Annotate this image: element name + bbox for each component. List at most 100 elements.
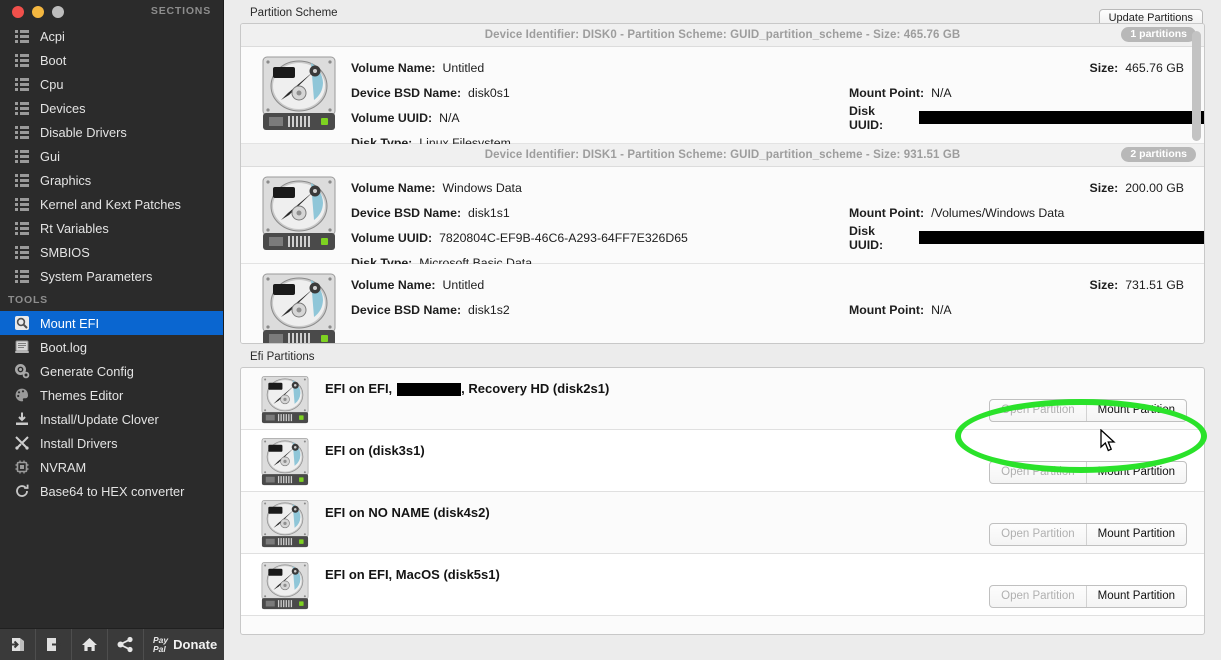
sidebar-item-install-drivers[interactable]: Install Drivers — [0, 431, 223, 455]
mount-partition-button[interactable]: Mount Partition — [1087, 524, 1186, 545]
disk-uuid-label: Disk UUID: — [849, 223, 884, 252]
disk-size-row: Size: 465.76 GB — [1090, 55, 1185, 80]
sidebar-item-graphics[interactable]: Graphics — [0, 168, 223, 192]
hard-drive-icon — [261, 375, 309, 424]
list-icon — [14, 244, 30, 260]
sidebar-item-label: Acpi — [40, 28, 65, 44]
sidebar-item-label: Themes Editor — [40, 387, 124, 403]
tools-list: Mount EFI Boot.log Generate Config Themes E… — [0, 311, 223, 503]
disk-fields: Volume Name: Untitled Device BSD Name: disk… — [351, 272, 1204, 343]
sidebar-item-devices[interactable]: Devices — [0, 96, 223, 120]
sidebar-item-label: System Parameters — [40, 268, 153, 284]
sidebar-item-generate-config[interactable]: Generate Config — [0, 359, 223, 383]
disk-row[interactable]: Volume Name: Untitled Device BSD Name: disk… — [241, 47, 1204, 150]
partition-scheme-panel: Device Identifier: DISK0 - Partition Sch… — [240, 23, 1205, 344]
disk-header-text: Device Identifier: DISK1 - Partition Sch… — [484, 149, 961, 161]
volume-uuid-label: Volume UUID: — [351, 110, 433, 125]
efi-partition-title: EFI on EFI, , Recovery HD (disk2s1) — [325, 381, 609, 397]
sidebar-item-base64-to-hex-converter[interactable]: Base64 to HEX converter — [0, 479, 223, 503]
close-button[interactable] — [12, 6, 24, 18]
open-partition-button[interactable]: Open Partition — [990, 586, 1087, 607]
mount-partition-button[interactable]: Mount Partition — [1087, 586, 1186, 607]
list-icon — [14, 124, 30, 140]
mount-point-value: /Volumes/Windows Data — [931, 205, 1065, 220]
disk-row[interactable]: Volume Name: Windows Data Device BSD Name:… — [241, 167, 1204, 270]
share-button[interactable] — [108, 628, 144, 660]
refresh-icon — [14, 483, 30, 499]
download-icon — [14, 411, 30, 427]
zoom-button[interactable] — [52, 6, 64, 18]
volume-name-value: Untitled — [442, 60, 485, 75]
partition-scrollbar[interactable] — [1192, 27, 1201, 340]
partition-action-buttons: Open Partition Mount Partition — [989, 585, 1187, 608]
import-icon — [10, 638, 24, 651]
sidebar-item-mount-efi[interactable]: Mount EFI — [0, 311, 223, 335]
sidebar-item-disable-drivers[interactable]: Disable Drivers — [0, 120, 223, 144]
mount-point-label: Mount Point: — [849, 302, 925, 317]
sidebar-item-rt-variables[interactable]: Rt Variables — [0, 216, 223, 240]
efi-partition-row[interactable]: EFI on EFI, MacOS (disk5s1) Open Partitio… — [241, 554, 1204, 616]
device-bsd-name-label: Device BSD Name: — [351, 205, 462, 220]
efi-title-before: EFI on EFI, MacOS (disk5s1) — [325, 567, 500, 582]
sidebar-item-label: Boot.log — [40, 339, 87, 355]
device-bsd-name-label: Device BSD Name: — [351, 85, 462, 100]
sidebar-item-label: Base64 to HEX converter — [40, 483, 185, 499]
mount-partition-button[interactable]: Mount Partition — [1087, 400, 1186, 421]
sidebar-item-system-parameters[interactable]: System Parameters — [0, 264, 223, 288]
disk-header: Device Identifier: DISK1 - Partition Sch… — [241, 144, 1204, 167]
list-icon — [14, 28, 30, 44]
sidebar-item-boot-log[interactable]: Boot.log — [0, 335, 223, 359]
donate-button[interactable]: Pay Pal Donate — [144, 634, 217, 654]
list-icon — [14, 172, 30, 188]
gear-icon — [14, 363, 30, 379]
scrollbar-thumb[interactable] — [1192, 31, 1201, 141]
open-partition-button[interactable]: Open Partition — [990, 400, 1087, 421]
mount-point-label: Mount Point: — [849, 205, 925, 220]
sidebar-item-cpu[interactable]: Cpu — [0, 72, 223, 96]
open-partition-button[interactable]: Open Partition — [990, 524, 1087, 545]
sidebar-item-gui[interactable]: Gui — [0, 144, 223, 168]
disk-fields: Volume Name: Windows Data Device BSD Name:… — [351, 175, 1204, 270]
minimize-button[interactable] — [32, 6, 44, 18]
volume-uuid-label: Volume UUID: — [351, 230, 433, 245]
efi-title-before: EFI on NO NAME (disk4s2) — [325, 505, 490, 520]
disk-uuid-label: Disk UUID: — [849, 103, 884, 132]
tools-icon — [14, 435, 30, 451]
log-icon — [14, 339, 30, 355]
sidebar-item-label: Disable Drivers — [40, 124, 127, 140]
hard-drive-icon — [261, 437, 309, 486]
home-button[interactable] — [72, 628, 108, 660]
sidebar-item-label: Kernel and Kext Patches — [40, 196, 181, 212]
hard-drive-icon — [262, 273, 336, 343]
size-label: Size: — [1089, 277, 1119, 292]
efi-partition-title: EFI on NO NAME (disk4s2) — [325, 505, 490, 520]
partition-action-buttons: Open Partition Mount Partition — [989, 461, 1187, 484]
sidebar-item-acpi[interactable]: Acpi — [0, 24, 223, 48]
list-icon — [14, 196, 30, 212]
list-icon — [14, 52, 30, 68]
sidebar-item-label: Install/Update Clover — [40, 411, 159, 427]
sidebar-item-boot[interactable]: Boot — [0, 48, 223, 72]
efi-partition-row[interactable]: EFI on NO NAME (disk4s2) Open Partition Mo… — [241, 492, 1204, 554]
efi-partition-row[interactable]: EFI on EFI, , Recovery HD (disk2s1) Open P… — [241, 368, 1204, 430]
sidebar-item-nvram[interactable]: NVRAM — [0, 455, 223, 479]
efi-title-before: EFI on EFI, — [325, 381, 393, 396]
share-icon — [117, 636, 133, 653]
sections-list: Acpi Boot Cpu Devices Disable Drivers Gui Grap… — [0, 24, 223, 288]
mount-efi-icon — [14, 315, 30, 331]
open-partition-button[interactable]: Open Partition — [990, 462, 1087, 483]
paypal-logo: Pay Pal — [153, 634, 169, 654]
efi-partition-row[interactable]: EFI on (disk3s1) Open Partition Mount Part… — [241, 430, 1204, 492]
sidebar-item-install-update-clover[interactable]: Install/Update Clover — [0, 407, 223, 431]
import-button[interactable] — [0, 628, 36, 660]
sidebar-item-themes-editor[interactable]: Themes Editor — [0, 383, 223, 407]
main-content: Partition Scheme Update Partitions Devic… — [224, 0, 1221, 660]
sidebar-item-kernel-and-kext-patches[interactable]: Kernel and Kext Patches — [0, 192, 223, 216]
sidebar-item-smbios[interactable]: SMBIOS — [0, 240, 223, 264]
disk-row[interactable]: Volume Name: Untitled Device BSD Name: disk… — [241, 264, 1204, 343]
efi-partitions-panel: EFI on EFI, , Recovery HD (disk2s1) Open P… — [240, 367, 1205, 635]
mount-point-label: Mount Point: — [849, 85, 925, 100]
mount-partition-button[interactable]: Mount Partition — [1087, 462, 1186, 483]
export-button[interactable] — [36, 628, 72, 660]
size-value: 731.51 GB — [1125, 277, 1184, 292]
